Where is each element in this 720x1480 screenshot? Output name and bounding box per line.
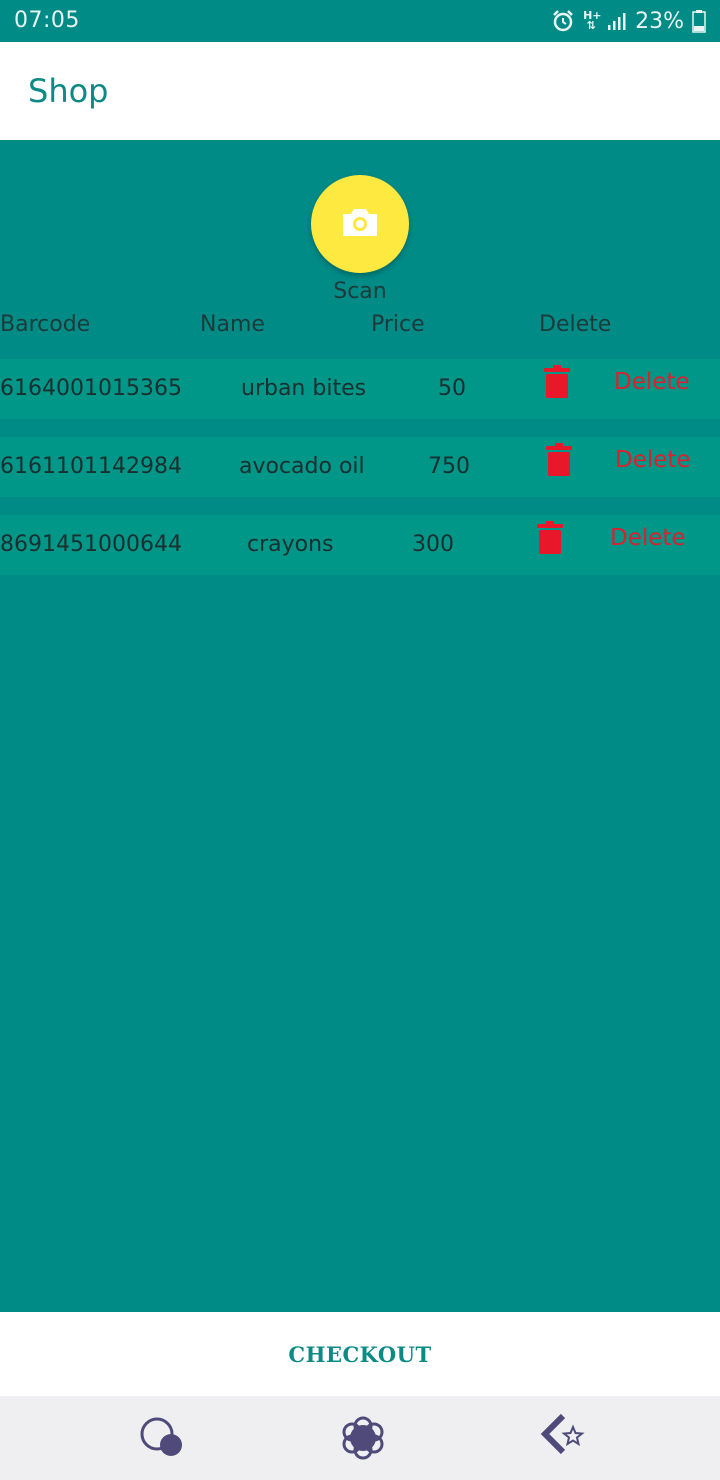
delete-button[interactable]: Delete <box>610 525 686 551</box>
network-type-label: H+ <box>583 9 602 22</box>
signal-icon <box>607 11 627 31</box>
status-bar: 07:05 H+ ⇅ 23% <box>0 0 720 42</box>
header-delete: Delete <box>539 312 612 337</box>
header-price: Price <box>371 312 425 337</box>
delete-button[interactable]: Delete <box>615 447 691 473</box>
trash-icon[interactable] <box>545 443 573 477</box>
row-name: urban bites <box>241 376 367 401</box>
table-header: Barcode Name Price Delete <box>0 310 720 342</box>
app-bar: Shop <box>0 42 720 140</box>
status-icons: H+ ⇅ 23% <box>551 7 706 35</box>
back-star-icon[interactable] <box>539 1412 591 1464</box>
status-time: 07:05 <box>14 8 80 33</box>
row-price: 750 <box>428 454 470 479</box>
table-row: 6161101142984 avocado oil 750 Delete <box>0 437 720 497</box>
camera-icon <box>341 206 379 242</box>
scan-label: Scan <box>333 279 387 304</box>
bubbles-icon[interactable] <box>137 1412 189 1464</box>
row-barcode: 6164001015365 <box>0 376 182 401</box>
checkout-button[interactable]: CHECKOUT <box>268 1332 451 1377</box>
scan-button[interactable] <box>311 175 409 273</box>
network-type-icon: H+ ⇅ <box>583 9 602 32</box>
page-title: Shop <box>28 72 109 110</box>
row-barcode: 6161101142984 <box>0 454 182 479</box>
checkout-bar: CHECKOUT <box>0 1312 720 1396</box>
battery-percent: 23% <box>635 8 684 34</box>
table-row: 6164001015365 urban bites 50 Delete <box>0 359 720 419</box>
row-barcode: 8691451000644 <box>0 532 182 557</box>
row-price: 50 <box>438 376 466 401</box>
row-price: 300 <box>412 532 454 557</box>
alarm-icon <box>551 9 575 33</box>
header-name: Name <box>200 312 265 337</box>
delete-button[interactable]: Delete <box>614 369 690 395</box>
trash-icon[interactable] <box>543 365 571 399</box>
header-barcode: Barcode <box>0 312 91 337</box>
table-row: 8691451000644 crayons 300 Delete <box>0 515 720 575</box>
settings-flower-icon[interactable] <box>337 1412 389 1464</box>
row-name: avocado oil <box>239 454 365 479</box>
battery-icon <box>692 9 706 33</box>
row-name: crayons <box>247 532 334 557</box>
bottom-nav <box>0 1396 720 1480</box>
trash-icon[interactable] <box>536 521 564 555</box>
